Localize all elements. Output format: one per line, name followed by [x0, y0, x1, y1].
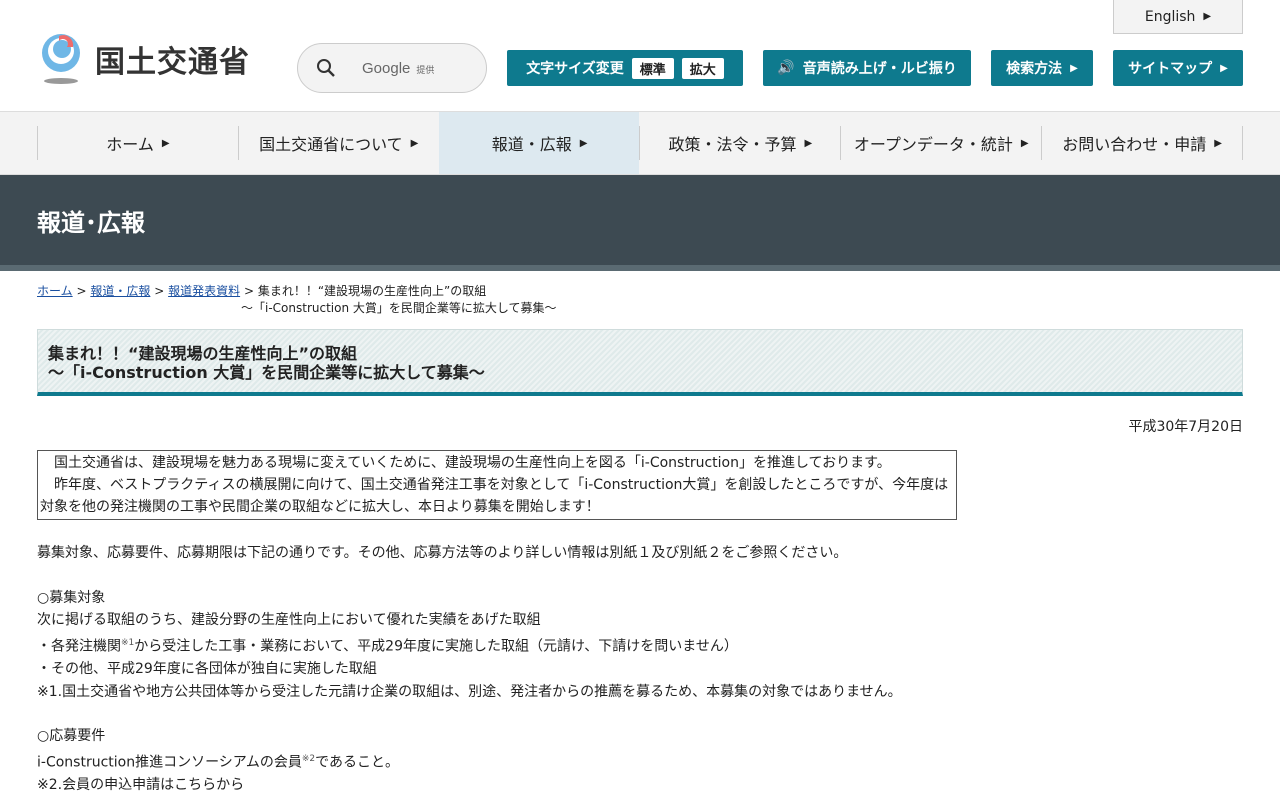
triangle-right-icon: ▶ — [161, 137, 170, 149]
size-standard-button[interactable]: 標準 — [631, 57, 674, 79]
breadcrumb: ホーム > 報道・広報 > 報道発表資料 > 集まれ！！“建設現場の生産性向上”… — [37, 283, 1243, 317]
target-text: ・各発注機関※1から受注した工事・業務において、平成29年度に実施した取組（元請… — [37, 632, 1243, 658]
nav-label: オープンデータ・統計 — [853, 135, 1013, 154]
global-nav: ホーム ▶ 国土交通省について ▶ 報道・広報 ▶ 政策・法令・予算 ▶ オープンデータ… — [0, 112, 1280, 175]
triangle-right-icon: ▶ — [579, 137, 588, 149]
search-method-label: 検索方法 — [1006, 61, 1063, 77]
triangle-right-icon: ▶ — [1220, 62, 1228, 74]
breadcrumb-home[interactable]: ホーム — [37, 284, 73, 298]
nav-label: 政策・法令・予算 — [668, 135, 797, 154]
req-heading: ○応募要件 — [37, 728, 106, 745]
english-link[interactable]: English ▶ — [1113, 0, 1243, 34]
summary-para: 国土交通省は、建設現場を魅力ある現場に変えていくために、建設現場の生産性向上を図… — [40, 455, 891, 471]
voice-label: 音声読み上げ・ルビ振り — [802, 61, 957, 77]
nav-label: 報道・広報 — [491, 135, 572, 154]
search-method-button[interactable]: 検索方法 ▶ — [991, 50, 1093, 86]
target-text: ・その他、平成29年度に各団体が独自に実施した取組 — [37, 661, 377, 678]
logo-text: 国土交通省 — [95, 45, 250, 80]
req-note: ※2.会員の申込申請はこちらから — [37, 777, 245, 794]
text: であること。 — [315, 754, 399, 771]
breadcrumb-press[interactable]: 報道・広報 — [90, 284, 150, 298]
target-heading: ○募集対象 — [37, 589, 106, 606]
size-large-button[interactable]: 拡大 — [681, 57, 724, 79]
breadcrumb-releases[interactable]: 報道発表資料 — [168, 284, 240, 298]
triangle-right-icon: ▶ — [1070, 62, 1078, 74]
target-note: ※1.国土交通省や地方公共団体等から受注した元請け企業の取組は、別途、発注者から… — [37, 683, 902, 700]
page-title: 集まれ！！“建設現場の生産性向上”の取組 ～「i-Construction 大賞… — [37, 329, 1243, 396]
sitemap-button[interactable]: サイトマップ ▶ — [1113, 50, 1243, 86]
text-size-control: 文字サイズ変更 標準 拡大 — [507, 50, 743, 86]
nav-contact[interactable]: お問い合わせ・申請 ▶ — [1041, 126, 1243, 160]
text-size-label: 文字サイズ変更 — [526, 61, 624, 77]
logo-mark-icon — [42, 34, 80, 84]
mlit-logo[interactable]: 国土交通省 — [37, 33, 250, 85]
title-line1: 集まれ！！“建設現場の生産性向上”の取組 — [48, 344, 358, 363]
site-header: 国土交通省 Google 提供 English ▶ 文字サイズ変更 標準 拡大 🔊 音… — [0, 0, 1280, 112]
breadcrumb-sep: > — [154, 284, 165, 298]
summary-box: 国土交通省は、建設現場を魅力ある現場に変えていくために、建設現場の生産性向上を図… — [37, 450, 957, 520]
section-banner: 報道･広報 — [0, 175, 1280, 271]
search-brand: Google — [362, 59, 411, 77]
title-line2: ～「i-Construction 大賞」を民間企業等に拡大して募集～ — [48, 363, 485, 382]
intro-text: 募集対象、応募要件、応募期限は下記の通りです。その他、応募方法等のより詳しい情報… — [37, 545, 848, 561]
triangle-right-icon: ▶ — [410, 137, 419, 149]
nav-opendata[interactable]: オープンデータ・統計 ▶ — [840, 126, 1041, 160]
nav-policy[interactable]: 政策・法令・予算 ▶ — [639, 126, 840, 160]
publish-date: 平成30年7月20日 — [1128, 419, 1243, 435]
text: から受注した工事・業務において、平成29年度に実施した取組（元請け、下請けを問い… — [134, 638, 738, 655]
article-body: 募集対象、応募要件、応募期限は下記の通りです。その他、応募方法等のより詳しい情報… — [37, 542, 1243, 797]
breadcrumb-current-sub: ～「i-Construction 大賞」を民間企業等に拡大して募集～ — [241, 301, 557, 315]
footnote-ref: ※2 — [301, 753, 316, 764]
nav-label: お問い合わせ・申請 — [1062, 135, 1207, 154]
triangle-right-icon: ▶ — [1020, 137, 1029, 149]
nav-label: ホーム — [106, 135, 154, 154]
breadcrumb-sep: > — [243, 284, 254, 298]
nav-about[interactable]: 国土交通省について ▶ — [237, 126, 439, 160]
target-text: 次に掲げる取組のうち、建設分野の生産性向上において優れた実績をあげた取組 — [37, 612, 541, 629]
nav-press[interactable]: 報道・広報 ▶ — [438, 112, 640, 174]
breadcrumb-sep: > — [76, 284, 87, 298]
search-icon — [317, 59, 335, 77]
search-provided: 提供 — [416, 64, 435, 75]
triangle-right-icon: ▶ — [804, 137, 813, 149]
site-search[interactable]: Google 提供 — [297, 43, 487, 93]
text: i-Construction推進コンソーシアムの会員 — [37, 754, 302, 771]
nav-label: 国土交通省について — [259, 135, 403, 154]
breadcrumb-current: 集まれ！！“建設現場の生産性向上”の取組 — [257, 284, 487, 298]
speaker-icon: 🔊 — [777, 60, 795, 76]
text: ・各発注機関 — [37, 638, 121, 655]
nav-home[interactable]: ホーム ▶ — [37, 126, 238, 160]
triangle-right-icon: ▶ — [1214, 137, 1222, 149]
voice-ruby-button[interactable]: 🔊 音声読み上げ・ルビ振り — [763, 50, 971, 86]
summary-para: 昨年度、ベストプラクティスの横展開に向けて、国土交通省発注工事を対象として「i-… — [40, 477, 949, 515]
footnote-ref: ※1 — [121, 637, 135, 648]
triangle-right-icon: ▶ — [1203, 11, 1212, 22]
req-text: i-Construction推進コンソーシアムの会員※2であること。 — [37, 748, 1243, 774]
english-label: English — [1144, 8, 1196, 25]
sitemap-label: サイトマップ — [1128, 61, 1213, 77]
